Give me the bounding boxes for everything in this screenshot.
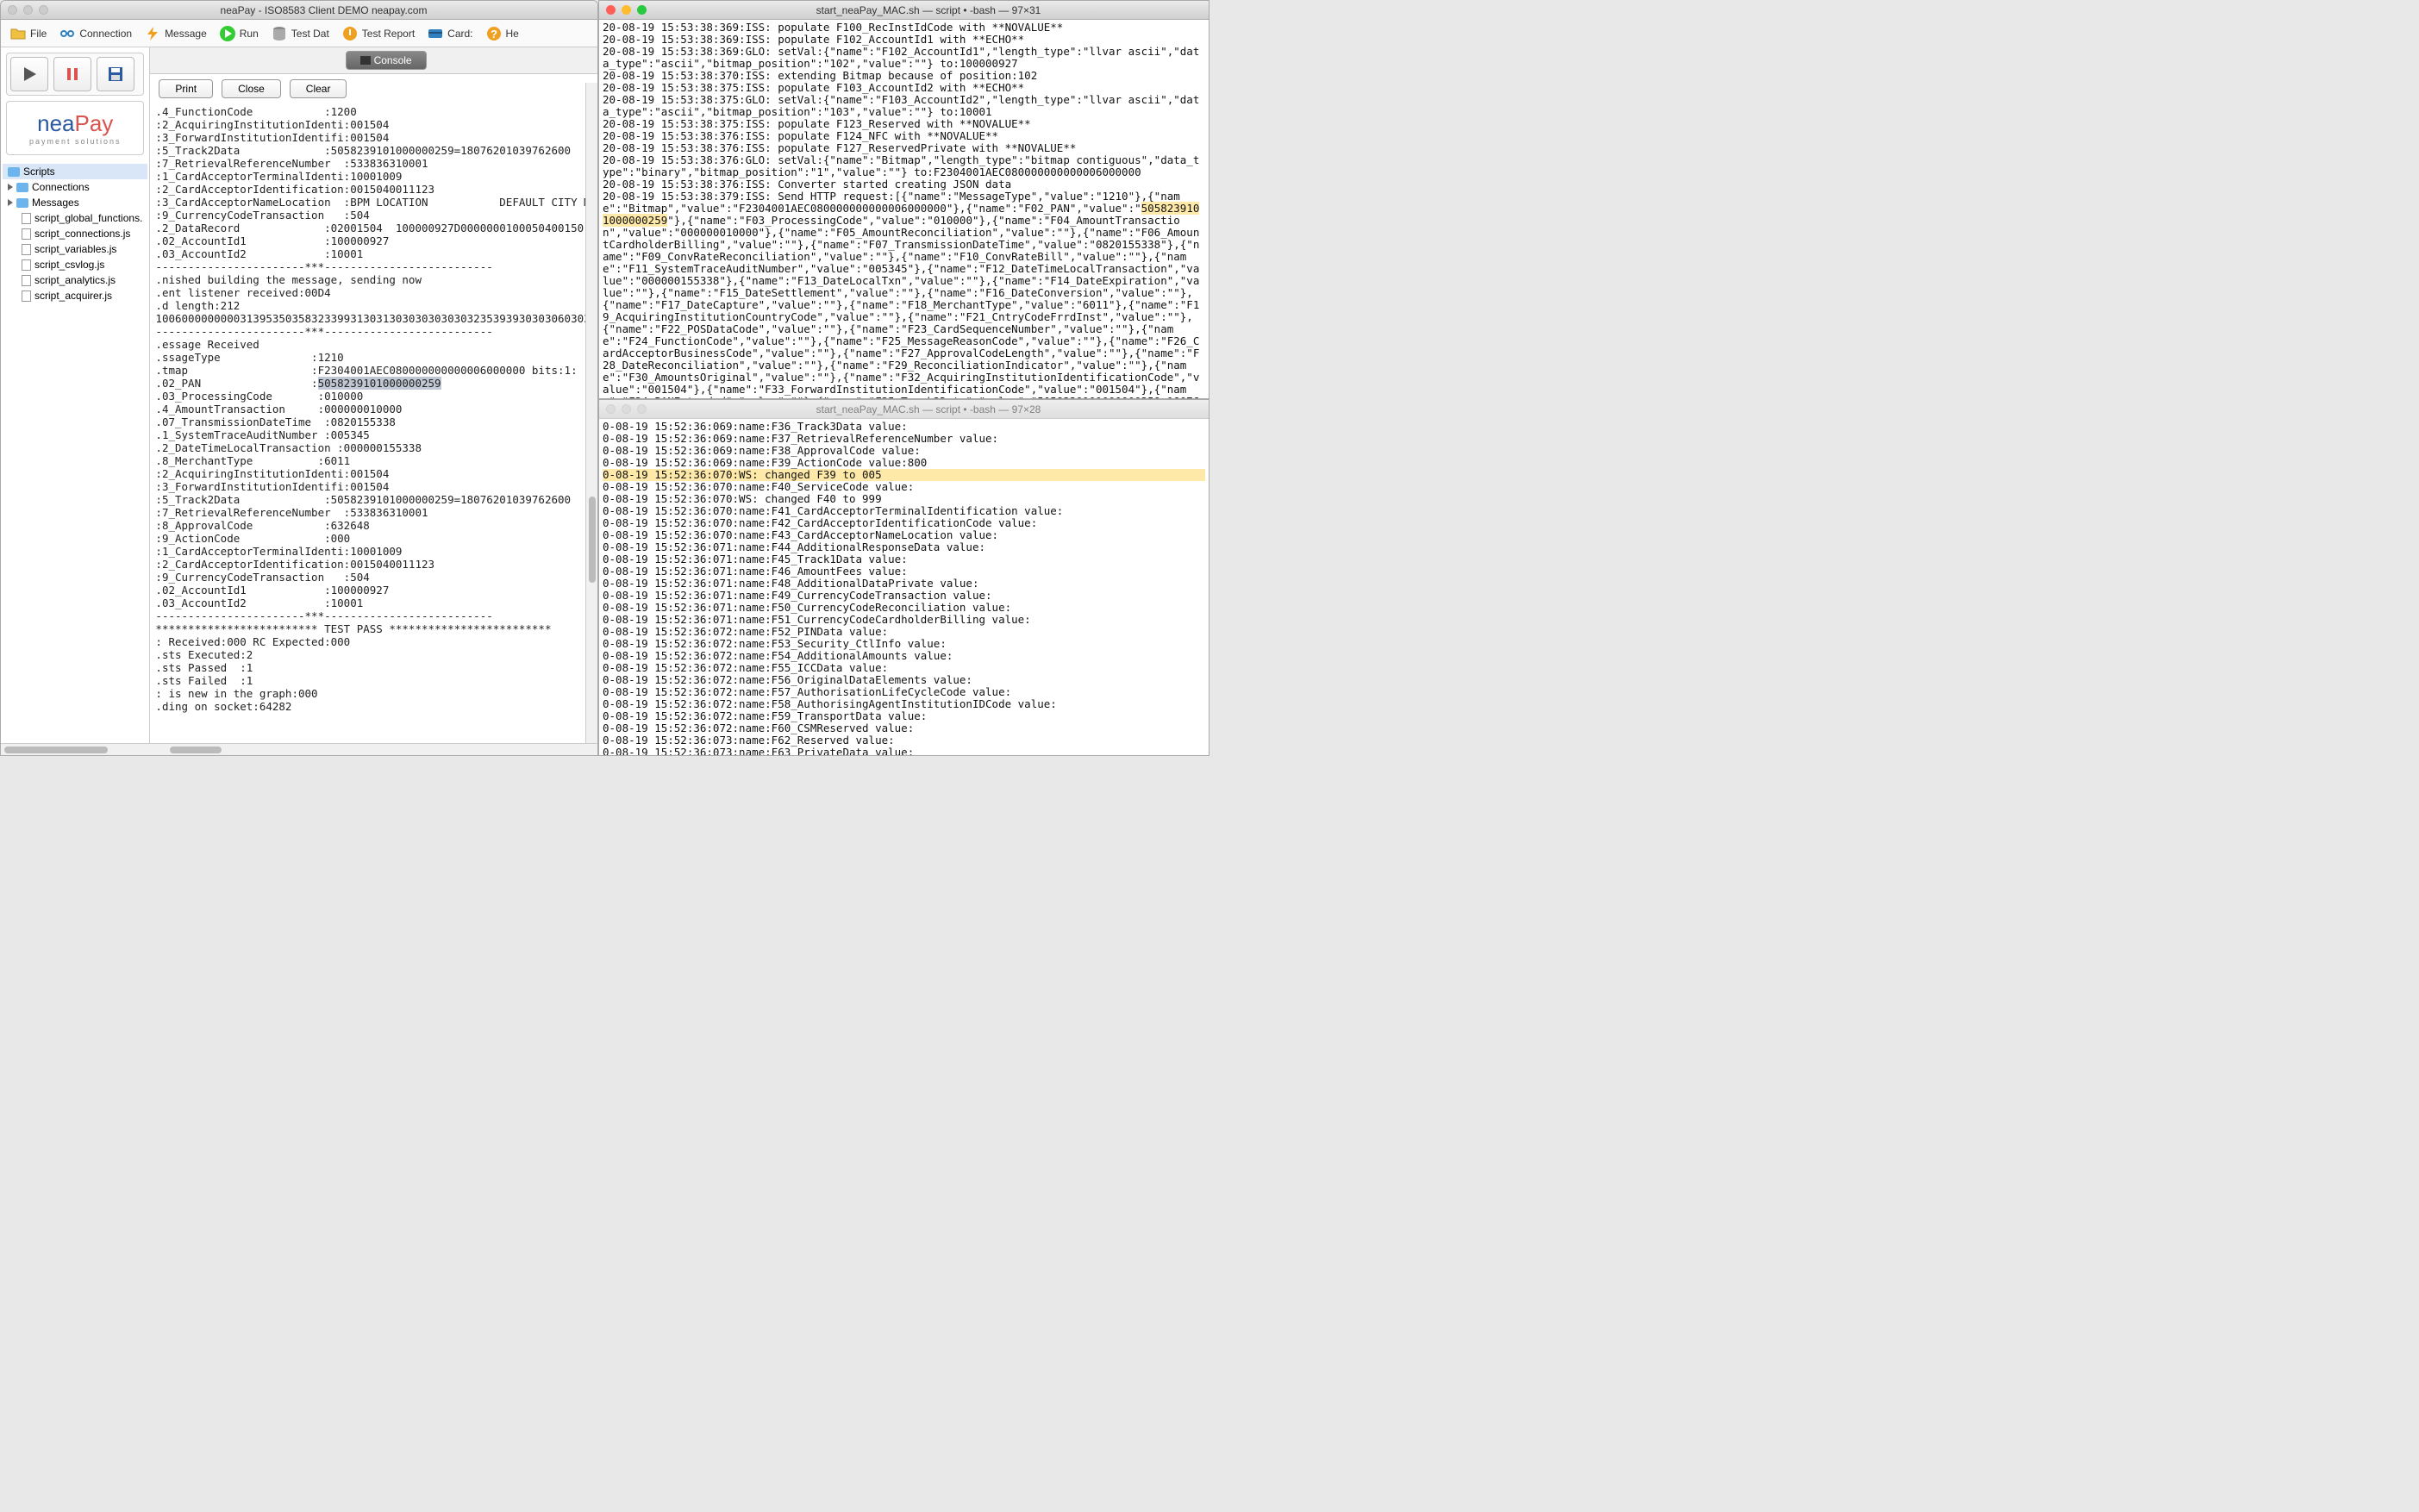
- tree-label: script_analytics.js: [34, 274, 116, 286]
- tree-root[interactable]: Scripts: [3, 164, 147, 179]
- window-title: neaPay - ISO8583 Client DEMO neapay.com: [57, 4, 591, 16]
- folder-icon: [8, 167, 20, 177]
- main-panel: Console Print Close Clear .4_FunctionCod…: [150, 47, 598, 755]
- tree-label: script_global_functions.: [34, 212, 142, 224]
- toolbar-card[interactable]: Card:: [423, 23, 476, 44]
- report-icon: [341, 25, 359, 42]
- close-traffic-icon[interactable]: [606, 5, 616, 15]
- file-icon: [22, 275, 31, 286]
- file-icon: [22, 228, 31, 240]
- titlebar[interactable]: start_neaPay_MAC.sh — script • -bash — 9…: [599, 1, 1209, 20]
- folder-icon: [16, 198, 28, 208]
- terminal-window-top: start_neaPay_MAC.sh — script • -bash — 9…: [598, 0, 1210, 399]
- tree-label: Connections: [32, 181, 90, 193]
- disclosure-icon: [8, 199, 13, 206]
- folder-icon: [9, 25, 27, 42]
- toolbar-testdat[interactable]: Test Dat: [267, 23, 333, 44]
- print-button[interactable]: Print: [159, 79, 213, 98]
- toolbar-file[interactable]: File: [6, 23, 50, 44]
- tab-row: Console: [150, 47, 598, 74]
- toolbar: File Connection Message Run Test Dat Test Rep…: [1, 20, 597, 47]
- tree-file[interactable]: script_csvlog.js: [3, 257, 147, 272]
- logo-part-b: Pay: [75, 110, 114, 136]
- play-button[interactable]: [10, 57, 48, 91]
- tree-label: script_connections.js: [34, 228, 130, 240]
- file-icon: [22, 213, 31, 224]
- console-buttons: Print Close Clear: [150, 74, 598, 103]
- close-traffic-icon[interactable]: [8, 5, 17, 15]
- close-traffic-icon[interactable]: [606, 404, 616, 414]
- tree-label: Scripts: [23, 166, 55, 178]
- console-tab[interactable]: Console: [346, 51, 427, 70]
- terminal-output[interactable]: 20-08-19 15:53:38:369:ISS: populate F100…: [599, 20, 1209, 398]
- window-title: start_neaPay_MAC.sh — script • -bash — 9…: [655, 403, 1202, 415]
- toolbar-label: He: [506, 28, 519, 40]
- toolbar-he[interactable]: ? He: [482, 23, 522, 44]
- tree-file[interactable]: script_variables.js: [3, 241, 147, 257]
- toolbar-connection[interactable]: Connection: [55, 23, 135, 44]
- clear-button[interactable]: Clear: [290, 79, 347, 98]
- bolt-icon: [144, 25, 161, 42]
- terminal-output[interactable]: 0-08-19 15:52:36:069:name:F36_Track3Data…: [599, 419, 1209, 755]
- tree-folder[interactable]: Messages: [3, 195, 147, 210]
- tree-file[interactable]: script_connections.js: [3, 226, 147, 241]
- console-output[interactable]: .4_FunctionCode :1200:2_AcquiringInstitu…: [150, 103, 598, 755]
- zoom-traffic-icon[interactable]: [637, 404, 647, 414]
- logo-subtitle: payment solutions: [10, 137, 140, 146]
- toolbar-label: Card:: [447, 28, 472, 40]
- tree-file[interactable]: script_acquirer.js: [3, 288, 147, 303]
- file-icon: [22, 291, 31, 302]
- link-icon: [59, 25, 76, 42]
- toolbar-label: Message: [165, 28, 207, 40]
- toolbar-label: Run: [240, 28, 259, 40]
- minimize-traffic-icon[interactable]: [622, 404, 631, 414]
- terminal-window-bottom: start_neaPay_MAC.sh — script • -bash — 9…: [598, 399, 1210, 756]
- toolbar-label: Connection: [79, 28, 132, 40]
- file-icon: [22, 259, 31, 271]
- zoom-traffic-icon[interactable]: [39, 5, 48, 15]
- toolbar-label: File: [30, 28, 47, 40]
- zoom-traffic-icon[interactable]: [637, 5, 647, 15]
- tree-label: script_variables.js: [34, 243, 116, 255]
- vertical-scrollbar[interactable]: [585, 83, 597, 743]
- svg-text:?: ?: [491, 28, 497, 41]
- tree-label: Messages: [32, 197, 79, 209]
- tree-label: script_csvlog.js: [34, 259, 104, 271]
- tree-file[interactable]: script_global_functions.: [3, 210, 147, 226]
- toolbar-testreport[interactable]: Test Report: [338, 23, 418, 44]
- sidebar: neaPay payment solutions Scripts Connect…: [1, 47, 150, 755]
- minimize-traffic-icon[interactable]: [622, 5, 631, 15]
- disclosure-icon: [8, 184, 13, 191]
- close-button[interactable]: Close: [222, 79, 281, 98]
- horizontal-scrollbar[interactable]: [1, 743, 597, 755]
- play-icon: [219, 25, 236, 42]
- toolbar-label: Test Dat: [291, 28, 329, 40]
- app-window: neaPay - ISO8583 Client DEMO neapay.com …: [0, 0, 598, 756]
- titlebar[interactable]: start_neaPay_MAC.sh — script • -bash — 9…: [599, 400, 1209, 419]
- console-icon: [360, 56, 371, 65]
- logo-part-a: nea: [37, 110, 74, 136]
- tab-label: Console: [374, 54, 412, 66]
- pause-button[interactable]: [53, 57, 91, 91]
- help-icon: ?: [485, 25, 503, 42]
- script-tree: Scripts Connections Messages script_globa…: [1, 160, 149, 307]
- toolbar-message[interactable]: Message: [141, 23, 210, 44]
- card-icon: [427, 25, 444, 42]
- folder-icon: [16, 183, 28, 192]
- toolbar-label: Test Report: [362, 28, 415, 40]
- save-button[interactable]: [97, 57, 134, 91]
- file-icon: [22, 244, 31, 255]
- window-title: start_neaPay_MAC.sh — script • -bash — 9…: [655, 4, 1202, 16]
- tree-folder[interactable]: Connections: [3, 179, 147, 195]
- minimize-traffic-icon[interactable]: [23, 5, 33, 15]
- tree-file[interactable]: script_analytics.js: [3, 272, 147, 288]
- db-icon: [271, 25, 288, 42]
- run-controls: [6, 53, 144, 96]
- logo: neaPay payment solutions: [6, 101, 144, 155]
- tree-label: script_acquirer.js: [34, 290, 112, 302]
- titlebar[interactable]: neaPay - ISO8583 Client DEMO neapay.com: [1, 1, 597, 20]
- toolbar-run[interactable]: Run: [216, 23, 262, 44]
